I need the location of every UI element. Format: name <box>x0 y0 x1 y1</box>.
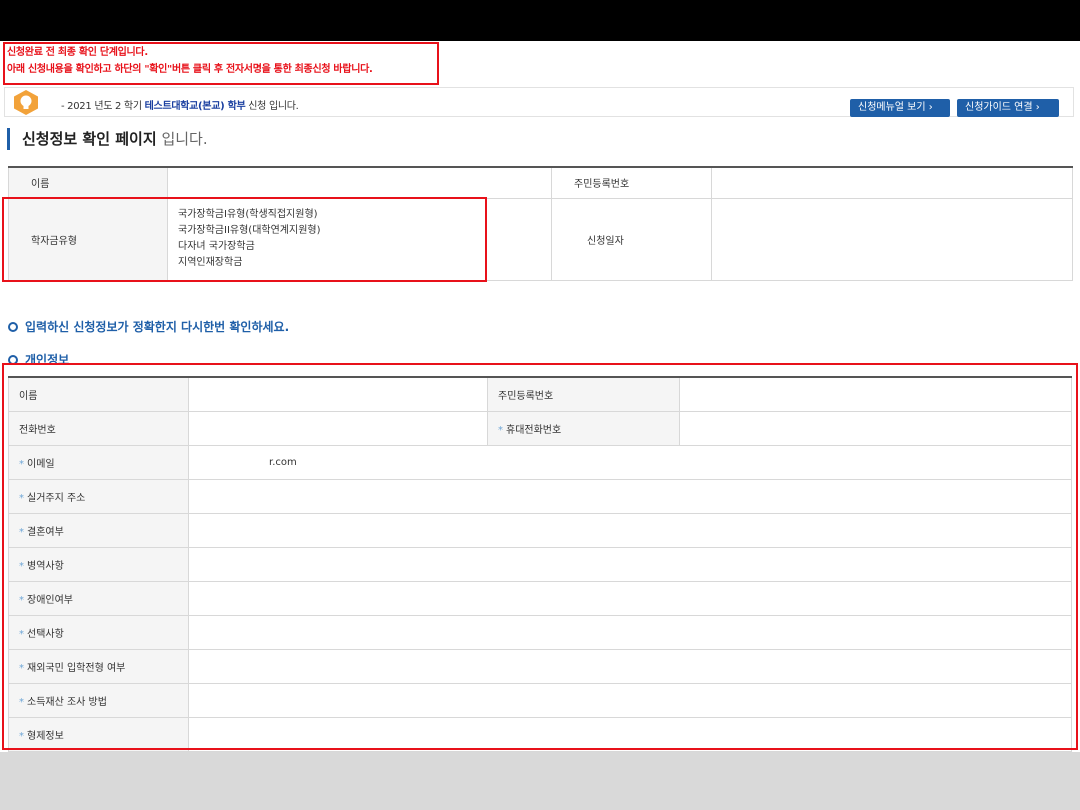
email-label: * 이메일 <box>8 444 189 480</box>
chevron-right-icon: › <box>928 102 933 113</box>
marriage-label: * 결혼여부 <box>8 512 189 548</box>
email-value: r.com <box>188 444 1072 480</box>
mobile-label: * 휴대전화번호 <box>487 410 680 446</box>
scholarship-type-item: 국가장학금II유형(대학연계지원형) <box>178 225 321 236</box>
income-survey-label: * 소득재산 조사 방법 <box>8 682 189 718</box>
address-value <box>188 478 1072 514</box>
summary-name-label: 이름 <box>8 166 168 199</box>
military-label: * 병역사항 <box>8 546 189 582</box>
military-value <box>188 546 1072 582</box>
confirm-message: 입력하신 신청정보가 정확한지 다시한번 확인하세요. <box>8 318 289 335</box>
personal-rrn-label: 주민등록번호 <box>487 376 680 412</box>
phone-value <box>188 410 488 446</box>
top-black-bar <box>0 0 1080 41</box>
summary-name-value <box>167 166 552 199</box>
scholarship-type-item: 국가장학금I유형(학생직접지원형) <box>178 209 318 220</box>
summary-rrn-value <box>711 166 1073 199</box>
application-date-value <box>711 197 1073 281</box>
final-step-notice: 신청완료 전 최종 확인 단계입니다. 아래 신청내용을 확인하고 하단의 "확… <box>7 44 373 78</box>
disability-label: * 장애인여부 <box>8 580 189 616</box>
circle-bullet-icon <box>8 322 18 332</box>
mobile-value <box>679 410 1072 446</box>
view-manual-button[interactable]: 신청메뉴얼 보기 › <box>850 99 950 117</box>
disability-value <box>188 580 1072 616</box>
sibling-info-value <box>188 716 1072 752</box>
optional-value <box>188 614 1072 650</box>
optional-label: * 선택사항 <box>8 614 189 650</box>
summary-rrn-label: 주민등록번호 <box>551 166 712 199</box>
personal-name-value <box>188 376 488 412</box>
sibling-info-label: * 형제정보 <box>8 716 189 752</box>
personal-info-table: 이름 주민등록번호 전화번호 * 휴대전화번호 * 이메일 r.com * 실거주지 … <box>8 376 1072 752</box>
marriage-value <box>188 512 1072 548</box>
scholarship-type-list: 국가장학금I유형(학생직접지원형) 국가장학금II유형(대학연계지원형) 다자녀… <box>167 197 552 281</box>
phone-label: 전화번호 <box>8 410 189 446</box>
personal-info-title: 개인정보 <box>8 351 69 363</box>
semester-info-text: - 2021 년도 2 학기 테스트대학교(본교) 학부 신청 입니다. <box>61 101 299 112</box>
income-survey-value <box>188 682 1072 718</box>
notice-line-2: 아래 신청내용을 확인하고 하단의 "확인"버튼 클릭 후 전자서명을 통한 최… <box>7 64 373 75</box>
school-name: 테스트대학교(본교) 학부 <box>144 101 246 112</box>
circle-bullet-icon <box>8 355 18 363</box>
lightbulb-icon <box>14 90 38 115</box>
personal-rrn-value <box>679 376 1072 412</box>
personal-name-label: 이름 <box>8 376 189 412</box>
bottom-gray-bar <box>0 752 1080 810</box>
guide-link-button[interactable]: 신청가이드 연결 › <box>957 99 1059 117</box>
address-label: * 실거주지 주소 <box>8 478 189 514</box>
chevron-right-icon: › <box>1035 102 1040 113</box>
application-summary-table: 이름 주민등록번호 학자금유형 국가장학금I유형(학생직접지원형) 국가장학금I… <box>8 166 1073 281</box>
scholarship-type-item: 다자녀 국가장학금 <box>178 241 255 252</box>
scholarship-type-item: 지역인재장학금 <box>178 257 243 268</box>
notice-line-1: 신청완료 전 최종 확인 단계입니다. <box>7 47 148 58</box>
overseas-admission-value <box>188 648 1072 684</box>
scholarship-type-label: 학자금유형 <box>8 197 168 281</box>
overseas-admission-label: * 재외국민 입학전형 여부 <box>8 648 189 684</box>
page-title: 신청정보 확인 페이지 입니다. <box>7 128 208 150</box>
application-date-label: 신청일자 <box>551 197 712 281</box>
